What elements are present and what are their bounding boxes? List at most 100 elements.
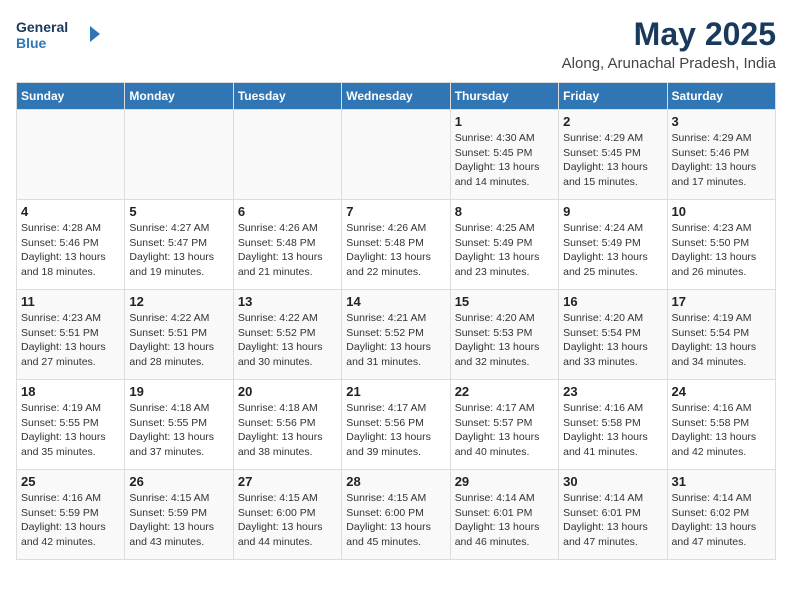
day-number: 17 (672, 294, 771, 309)
weekday-header-row: SundayMondayTuesdayWednesdayThursdayFrid… (17, 83, 776, 110)
weekday-header-thursday: Thursday (450, 83, 558, 110)
day-detail: Sunrise: 4:24 AMSunset: 5:49 PMDaylight:… (563, 221, 662, 280)
day-detail: Sunrise: 4:22 AMSunset: 5:52 PMDaylight:… (238, 311, 337, 370)
day-cell: 18 Sunrise: 4:19 AMSunset: 5:55 PMDayligh… (17, 380, 125, 470)
weekday-header-saturday: Saturday (667, 83, 775, 110)
day-detail: Sunrise: 4:15 AMSunset: 5:59 PMDaylight:… (129, 491, 228, 550)
svg-text:General: General (16, 19, 68, 35)
day-detail: Sunrise: 4:18 AMSunset: 5:56 PMDaylight:… (238, 401, 337, 460)
day-detail: Sunrise: 4:23 AMSunset: 5:50 PMDaylight:… (672, 221, 771, 280)
day-detail: Sunrise: 4:16 AMSunset: 5:58 PMDaylight:… (672, 401, 771, 460)
day-number: 15 (455, 294, 554, 309)
day-number: 28 (346, 474, 445, 489)
day-number: 4 (21, 204, 120, 219)
day-cell: 26 Sunrise: 4:15 AMSunset: 5:59 PMDayligh… (125, 470, 233, 560)
week-row-2: 4 Sunrise: 4:28 AMSunset: 5:46 PMDaylight… (17, 200, 776, 290)
day-detail: Sunrise: 4:21 AMSunset: 5:52 PMDaylight:… (346, 311, 445, 370)
day-cell: 29Sunrise: 4:14 AMSunset: 6:01 PMDayligh… (450, 470, 558, 560)
day-number: 13 (238, 294, 337, 309)
day-detail: Sunrise: 4:20 AMSunset: 5:53 PMDaylight:… (455, 311, 554, 370)
day-cell: 7 Sunrise: 4:26 AMSunset: 5:48 PMDaylight… (342, 200, 450, 290)
day-detail: Sunrise: 4:15 AMSunset: 6:00 PMDaylight:… (238, 491, 337, 550)
day-detail: Sunrise: 4:22 AMSunset: 5:51 PMDaylight:… (129, 311, 228, 370)
calendar-table: SundayMondayTuesdayWednesdayThursdayFrid… (16, 82, 776, 560)
main-title: May 2025 (562, 16, 776, 53)
day-cell: 27 Sunrise: 4:15 AMSunset: 6:00 PMDayligh… (233, 470, 341, 560)
day-number: 2 (563, 114, 662, 129)
day-cell: 28 Sunrise: 4:15 AMSunset: 6:00 PMDayligh… (342, 470, 450, 560)
day-detail: Sunrise: 4:19 AMSunset: 5:54 PMDaylight:… (672, 311, 771, 370)
day-cell: 2Sunrise: 4:29 AMSunset: 5:45 PMDaylight… (559, 110, 667, 200)
day-number: 8 (455, 204, 554, 219)
day-cell: 10Sunrise: 4:23 AMSunset: 5:50 PMDayligh… (667, 200, 775, 290)
day-cell: 13 Sunrise: 4:22 AMSunset: 5:52 PMDayligh… (233, 290, 341, 380)
day-detail: Sunrise: 4:28 AMSunset: 5:46 PMDaylight:… (21, 221, 120, 280)
day-cell: 6 Sunrise: 4:26 AMSunset: 5:48 PMDaylight… (233, 200, 341, 290)
day-number: 31 (672, 474, 771, 489)
day-number: 20 (238, 384, 337, 399)
day-number: 9 (563, 204, 662, 219)
day-cell: 30Sunrise: 4:14 AMSunset: 6:01 PMDayligh… (559, 470, 667, 560)
day-number: 19 (129, 384, 228, 399)
title-area: May 2025 Along, Arunachal Pradesh, India (562, 16, 776, 72)
day-number: 22 (455, 384, 554, 399)
day-detail: Sunrise: 4:14 AMSunset: 6:02 PMDaylight:… (672, 491, 771, 550)
day-detail: Sunrise: 4:26 AMSunset: 5:48 PMDaylight:… (346, 221, 445, 280)
logo: General Blue (16, 16, 106, 58)
day-cell (125, 110, 233, 200)
day-number: 21 (346, 384, 445, 399)
weekday-header-friday: Friday (559, 83, 667, 110)
day-number: 1 (455, 114, 554, 129)
weekday-header-sunday: Sunday (17, 83, 125, 110)
weekday-header-tuesday: Tuesday (233, 83, 341, 110)
day-cell: 16 Sunrise: 4:20 AMSunset: 5:54 PMDayligh… (559, 290, 667, 380)
day-cell: 4 Sunrise: 4:28 AMSunset: 5:46 PMDaylight… (17, 200, 125, 290)
day-cell: 15 Sunrise: 4:20 AMSunset: 5:53 PMDayligh… (450, 290, 558, 380)
day-cell: 25Sunrise: 4:16 AMSunset: 5:59 PMDayligh… (17, 470, 125, 560)
day-cell: 21 Sunrise: 4:17 AMSunset: 5:56 PMDayligh… (342, 380, 450, 470)
weekday-header-wednesday: Wednesday (342, 83, 450, 110)
day-detail: Sunrise: 4:19 AMSunset: 5:55 PMDaylight:… (21, 401, 120, 460)
weekday-header-monday: Monday (125, 83, 233, 110)
day-cell: 22Sunrise: 4:17 AMSunset: 5:57 PMDayligh… (450, 380, 558, 470)
week-row-1: 1 Sunrise: 4:30 AMSunset: 5:45 PMDaylight… (17, 110, 776, 200)
day-number: 7 (346, 204, 445, 219)
day-number: 25 (21, 474, 120, 489)
day-number: 3 (672, 114, 771, 129)
day-detail: Sunrise: 4:17 AMSunset: 5:56 PMDaylight:… (346, 401, 445, 460)
day-number: 27 (238, 474, 337, 489)
day-cell: 14 Sunrise: 4:21 AMSunset: 5:52 PMDayligh… (342, 290, 450, 380)
day-cell: 3 Sunrise: 4:29 AMSunset: 5:46 PMDaylight… (667, 110, 775, 200)
day-cell: 20 Sunrise: 4:18 AMSunset: 5:56 PMDayligh… (233, 380, 341, 470)
day-cell: 12Sunrise: 4:22 AMSunset: 5:51 PMDayligh… (125, 290, 233, 380)
day-number: 18 (21, 384, 120, 399)
day-detail: Sunrise: 4:25 AMSunset: 5:49 PMDaylight:… (455, 221, 554, 280)
day-number: 11 (21, 294, 120, 309)
day-detail: Sunrise: 4:15 AMSunset: 6:00 PMDaylight:… (346, 491, 445, 550)
day-cell (233, 110, 341, 200)
day-detail: Sunrise: 4:20 AMSunset: 5:54 PMDaylight:… (563, 311, 662, 370)
day-cell (342, 110, 450, 200)
day-number: 26 (129, 474, 228, 489)
day-number: 6 (238, 204, 337, 219)
header: General Blue May 2025 Along, Arunachal P… (16, 16, 776, 72)
day-cell: 23Sunrise: 4:16 AMSunset: 5:58 PMDayligh… (559, 380, 667, 470)
week-row-5: 25Sunrise: 4:16 AMSunset: 5:59 PMDayligh… (17, 470, 776, 560)
day-number: 24 (672, 384, 771, 399)
day-cell: 11 Sunrise: 4:23 AMSunset: 5:51 PMDayligh… (17, 290, 125, 380)
day-detail: Sunrise: 4:16 AMSunset: 5:58 PMDaylight:… (563, 401, 662, 460)
day-number: 16 (563, 294, 662, 309)
day-detail: Sunrise: 4:27 AMSunset: 5:47 PMDaylight:… (129, 221, 228, 280)
day-detail: Sunrise: 4:26 AMSunset: 5:48 PMDaylight:… (238, 221, 337, 280)
subtitle: Along, Arunachal Pradesh, India (562, 55, 776, 72)
day-detail: Sunrise: 4:23 AMSunset: 5:51 PMDaylight:… (21, 311, 120, 370)
day-cell: 8 Sunrise: 4:25 AMSunset: 5:49 PMDaylight… (450, 200, 558, 290)
day-cell: 31 Sunrise: 4:14 AMSunset: 6:02 PMDayligh… (667, 470, 775, 560)
day-cell: 17 Sunrise: 4:19 AMSunset: 5:54 PMDayligh… (667, 290, 775, 380)
day-number: 14 (346, 294, 445, 309)
day-detail: Sunrise: 4:30 AMSunset: 5:45 PMDaylight:… (455, 131, 554, 190)
week-row-4: 18 Sunrise: 4:19 AMSunset: 5:55 PMDayligh… (17, 380, 776, 470)
day-detail: Sunrise: 4:29 AMSunset: 5:46 PMDaylight:… (672, 131, 771, 190)
day-number: 5 (129, 204, 228, 219)
svg-text:Blue: Blue (16, 35, 47, 51)
